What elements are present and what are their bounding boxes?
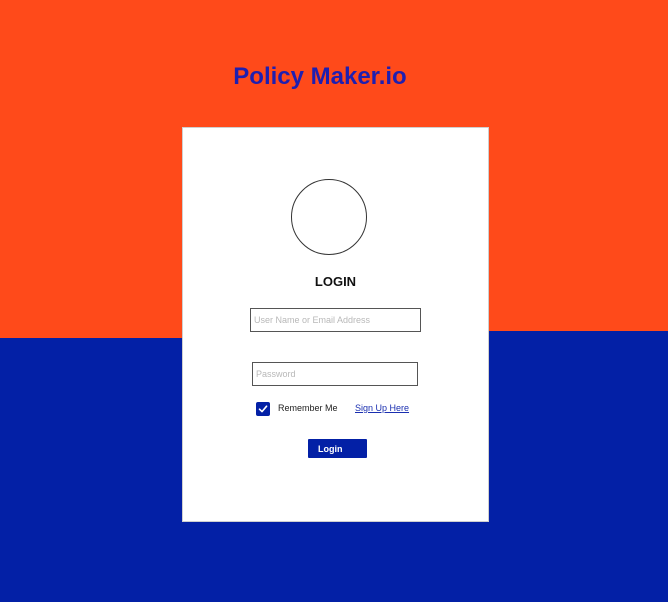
remember-me-label: Remember Me	[278, 403, 338, 413]
login-heading: LOGIN	[314, 274, 357, 289]
app-title: Policy Maker.io	[233, 63, 407, 90]
login-card: LOGIN Remember Me Sign Up Here Login	[182, 127, 489, 522]
username-input[interactable]	[250, 308, 421, 332]
remember-me-checkbox[interactable]	[256, 402, 270, 416]
login-page: Policy Maker.io LOGIN Remember Me Sign U…	[0, 0, 668, 602]
sign-up-link[interactable]: Sign Up Here	[355, 403, 409, 413]
avatar-icon	[291, 179, 367, 255]
background-bottom-band-right-step	[488, 331, 668, 341]
password-input[interactable]	[252, 362, 418, 386]
login-button[interactable]: Login	[308, 439, 367, 458]
checkmark-icon	[258, 405, 268, 413]
